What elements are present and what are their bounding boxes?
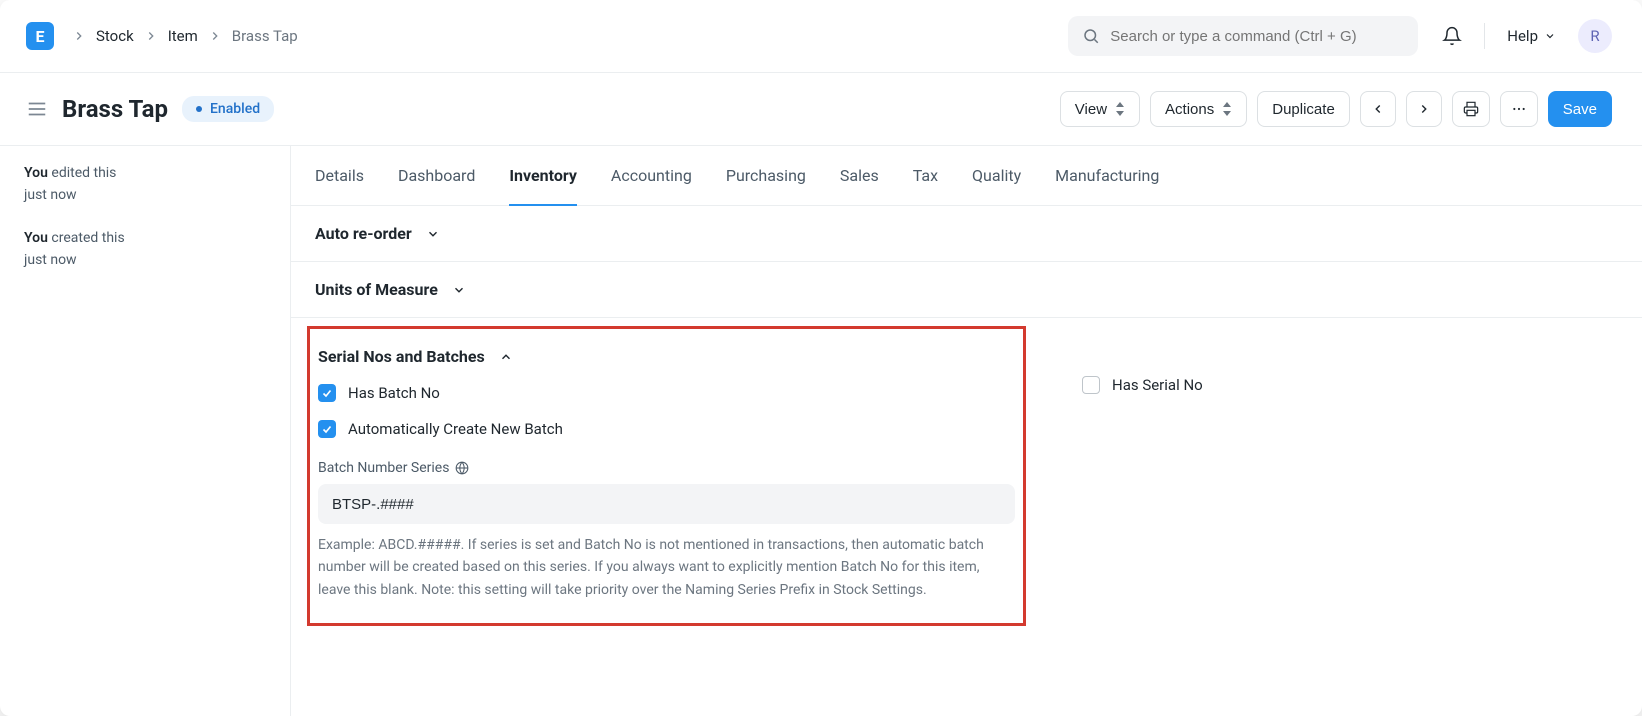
chevron-right-icon <box>208 29 222 43</box>
section-title: Serial Nos and Batches <box>318 347 485 366</box>
tab-dashboard[interactable]: Dashboard <box>398 146 475 206</box>
input-batch-number-series[interactable] <box>318 484 1015 524</box>
dots-horizontal-icon <box>1511 101 1527 117</box>
section-title: Auto re-order <box>315 224 412 243</box>
menu-icon[interactable] <box>26 98 48 120</box>
printer-icon <box>1463 101 1479 117</box>
section-serial-batches[interactable]: Serial Nos and Batches <box>318 347 1015 366</box>
help-dropdown[interactable]: Help <box>1507 27 1556 45</box>
section-auto-reorder[interactable]: Auto re-order <box>315 224 1618 243</box>
globe-icon <box>455 461 469 475</box>
chevron-down-icon <box>1544 30 1556 42</box>
actions-label: Actions <box>1165 101 1214 118</box>
view-label: View <box>1075 101 1107 118</box>
actions-dropdown[interactable]: Actions <box>1150 91 1247 127</box>
breadcrumb-link-item[interactable]: Item <box>168 27 198 45</box>
search-input-wrapper[interactable] <box>1068 16 1418 56</box>
prev-button[interactable] <box>1360 91 1396 127</box>
chevron-right-icon <box>144 29 158 43</box>
history-entry: You edited this just now <box>24 162 266 207</box>
tab-inventory[interactable]: Inventory <box>509 146 577 206</box>
status-badge: Enabled <box>182 96 274 122</box>
tab-manufacturing[interactable]: Manufacturing <box>1055 146 1159 206</box>
more-button[interactable] <box>1500 91 1538 127</box>
status-label: Enabled <box>210 101 260 117</box>
tab-accounting[interactable]: Accounting <box>611 146 692 206</box>
check-icon <box>321 423 333 435</box>
tab-sales[interactable]: Sales <box>840 146 879 206</box>
label-has-serial-no: Has Serial No <box>1112 376 1203 394</box>
chevron-right-icon <box>1417 102 1431 116</box>
tabs: Details Dashboard Inventory Accounting P… <box>291 146 1642 206</box>
bell-icon[interactable] <box>1442 26 1462 46</box>
highlighted-region: Serial Nos and Batches Has Batch No <box>307 326 1026 626</box>
label-has-batch-no: Has Batch No <box>348 384 440 402</box>
search-input[interactable] <box>1110 28 1404 45</box>
print-button[interactable] <box>1452 91 1490 127</box>
avatar[interactable]: R <box>1578 19 1612 53</box>
chevron-left-icon <box>1371 102 1385 116</box>
label-batch-number-series: Batch Number Series <box>318 460 1015 476</box>
help-label: Help <box>1507 27 1538 45</box>
checkbox-has-batch-no[interactable] <box>318 384 336 402</box>
breadcrumb-current: Brass Tap <box>232 27 298 45</box>
tab-quality[interactable]: Quality <box>972 146 1021 206</box>
duplicate-button[interactable]: Duplicate <box>1257 91 1350 127</box>
history-entry: You created this just now <box>24 227 266 272</box>
tab-purchasing[interactable]: Purchasing <box>726 146 806 206</box>
chevron-down-icon <box>452 283 466 297</box>
label-auto-create-batch: Automatically Create New Batch <box>348 420 563 438</box>
checkbox-has-serial-no[interactable] <box>1082 376 1100 394</box>
save-button[interactable]: Save <box>1548 91 1612 127</box>
help-text-batch-series: Example: ABCD.#####. If series is set an… <box>318 534 1015 601</box>
page-title: Brass Tap <box>62 95 168 123</box>
section-uom[interactable]: Units of Measure <box>315 280 1618 299</box>
chevron-right-icon <box>72 29 86 43</box>
chevron-down-icon <box>426 227 440 241</box>
sidebar: You edited this just now You created thi… <box>0 146 290 716</box>
checkbox-auto-create-batch[interactable] <box>318 420 336 438</box>
breadcrumb-link-stock[interactable]: Stock <box>96 27 134 45</box>
chevron-up-icon <box>499 350 513 364</box>
brand-logo[interactable]: E <box>26 22 54 50</box>
next-button[interactable] <box>1406 91 1442 127</box>
section-title: Units of Measure <box>315 280 438 299</box>
sort-icon <box>1115 102 1125 116</box>
sort-icon <box>1222 102 1232 116</box>
view-dropdown[interactable]: View <box>1060 91 1140 127</box>
tab-tax[interactable]: Tax <box>913 146 938 206</box>
check-icon <box>321 387 333 399</box>
tab-details[interactable]: Details <box>315 146 364 206</box>
breadcrumb: Stock Item Brass Tap <box>72 27 298 45</box>
divider <box>1484 23 1485 49</box>
search-icon <box>1082 27 1100 45</box>
